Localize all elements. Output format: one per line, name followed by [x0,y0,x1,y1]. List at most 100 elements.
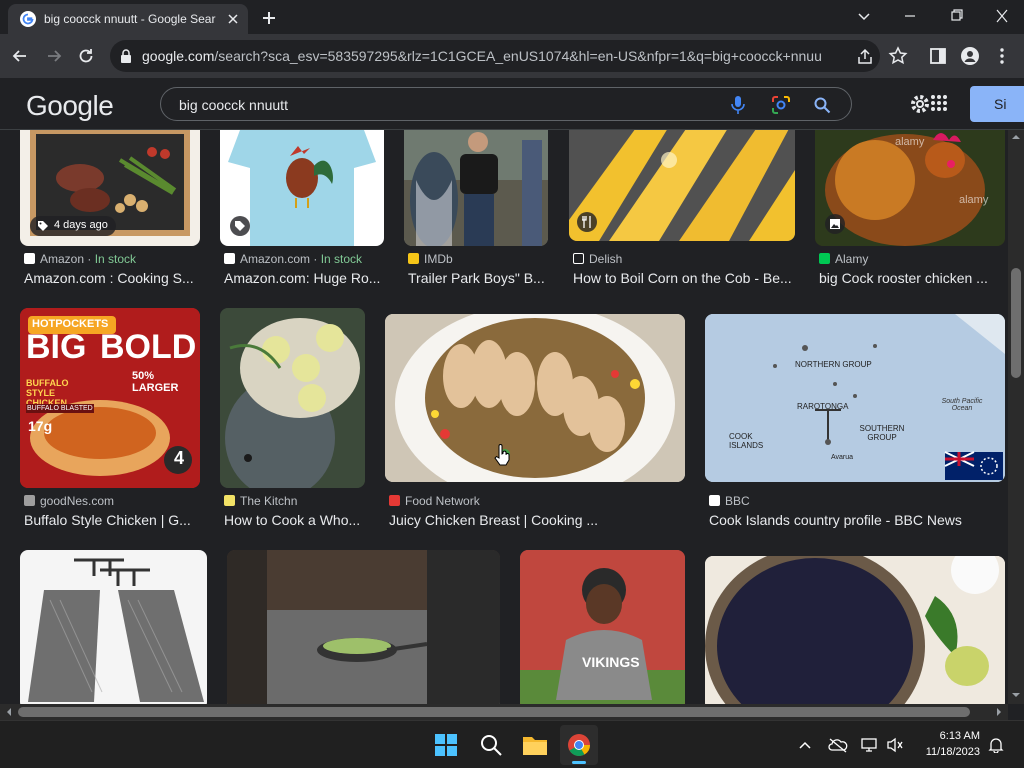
hand-cursor-icon [494,444,510,466]
close-tab-icon[interactable] [226,12,240,26]
result-title[interactable]: big Cock rooster chicken ... [819,270,1005,286]
vertical-scrollbar[interactable] [1008,130,1024,704]
result-title[interactable]: Buffalo Style Chicken | G... [24,512,200,528]
bookmark-star-icon[interactable] [888,46,908,66]
imdb-icon [408,253,419,264]
delish-icon [573,253,584,264]
profile-icon[interactable] [960,46,980,66]
share-icon[interactable] [856,48,874,66]
back-icon[interactable] [10,46,30,66]
minimize-icon[interactable] [898,6,922,26]
result-card[interactable]: VIKINGS [520,550,685,704]
image-badge [825,214,845,234]
result-card[interactable]: Amazon.com · In stock Amazon.com: Huge R… [220,130,384,290]
new-tab-icon[interactable] [260,9,278,27]
result-thumbnail[interactable] [569,130,795,241]
result-thumbnail[interactable] [385,314,685,482]
result-thumbnail[interactable]: HOTPOCKETS BIG BOLD 50% LARGER BUFFALO S… [20,308,200,488]
search-box[interactable] [160,87,852,121]
side-panel-icon[interactable] [928,46,948,66]
search-input[interactable] [179,95,699,115]
result-title[interactable]: How to Boil Corn on the Cob - Be... [573,270,795,286]
scroll-up-icon[interactable] [1011,132,1021,142]
sign-in-button[interactable]: Si [970,86,1024,122]
result-thumbnail[interactable] [227,550,500,704]
package-text: 50% LARGER [132,370,179,394]
result-thumbnail[interactable] [220,130,384,246]
result-thumbnail[interactable]: 4 days ago [20,130,200,246]
result-thumbnail[interactable]: alamy alamy [815,130,1005,246]
result-title[interactable]: Amazon.com : Cooking S... [24,270,200,286]
chrome-taskbar-button[interactable] [560,725,598,765]
network-icon[interactable] [860,737,878,753]
search-icon[interactable] [813,96,831,114]
result-card[interactable]: HOTPOCKETS BIG BOLD 50% LARGER BUFFALO S… [20,308,200,528]
result-title[interactable]: Trailer Park Boys" B... [408,270,548,286]
clock-time[interactable]: 6:13 AM [910,730,980,742]
onedrive-icon[interactable] [828,737,848,753]
result-thumbnail[interactable] [705,556,1005,704]
tray-chevron-icon[interactable] [798,739,812,751]
result-card[interactable]: The Kitchn How to Cook a Who... [220,308,365,528]
map-label: South Pacific Ocean [941,398,983,412]
file-explorer-icon[interactable] [522,733,548,757]
lock-icon[interactable] [120,49,132,63]
result-card[interactable] [227,550,500,704]
scroll-thumb[interactable] [18,707,970,717]
windows-start-icon[interactable] [434,733,458,757]
scroll-right-icon[interactable] [994,707,1004,717]
shirt-text: VIKINGS [582,654,640,670]
restore-icon[interactable] [944,6,968,26]
voice-search-icon[interactable] [729,95,747,115]
result-card[interactable]: 4 days ago Amazon · In stock Amazon.com … [20,130,200,290]
map-label: SOUTHERN GROUP [859,424,905,442]
result-card[interactable]: Food Network Juicy Chicken Breast | Cook… [385,308,685,528]
result-title[interactable]: Cook Islands country profile - BBC News [709,512,1005,528]
address-bar[interactable]: google.com/search?sca_esv=583597295&rlz=… [110,40,880,72]
result-title[interactable]: Juicy Chicken Breast | Cooking ... [389,512,685,528]
result-title[interactable]: How to Cook a Who... [224,512,365,528]
image-icon [830,219,840,229]
result-thumbnail[interactable]: NORTHERN GROUP RAROTONGA SOUTHERN GROUP … [705,314,1005,482]
result-card[interactable] [20,550,207,704]
result-card[interactable]: NORTHERN GROUP RAROTONGA SOUTHERN GROUP … [705,308,1005,528]
notification-bell-icon[interactable] [988,737,1004,753]
result-thumbnail[interactable]: VIKINGS [520,550,685,704]
result-thumbnail[interactable] [20,550,207,704]
browser-tab[interactable]: big coocck nnuutt - Google Sear [8,4,248,34]
close-window-icon[interactable] [990,6,1014,26]
volume-muted-icon[interactable] [886,737,904,753]
google-g-icon [20,11,36,27]
map-label: NORTHERN GROUP [795,360,872,369]
lens-icon[interactable] [771,95,791,115]
google-logo[interactable]: Google [26,90,114,122]
chrome-menu-icon[interactable] [992,46,1012,66]
result-title[interactable]: Amazon.com: Huge Ro... [224,270,384,286]
image-results-grid: 4 days ago Amazon · In stock Amazon.com … [0,130,1008,704]
apps-grid-icon[interactable] [930,94,948,112]
result-card[interactable]: IMDb Trailer Park Boys" B... [404,130,548,290]
scroll-thumb[interactable] [1011,268,1021,378]
scroll-left-icon[interactable] [4,707,14,717]
tag-badge [230,216,250,236]
result-thumbnail[interactable] [404,130,548,246]
result-thumbnail[interactable] [220,308,365,488]
tab-search-icon[interactable] [852,6,876,26]
scroll-down-icon[interactable] [1011,690,1021,700]
result-source: IMDb [408,252,453,266]
result-card[interactable] [705,550,1005,704]
result-source: Food Network [389,494,480,508]
map-label: RAROTONGA [797,402,849,411]
result-card[interactable]: Delish How to Boil Corn on the Cob - Be.… [569,130,795,290]
amazon-icon [24,253,35,264]
horizontal-scrollbar[interactable] [0,704,1008,720]
result-card[interactable]: alamy alamy Alamy big Cock rooster chick… [815,130,1005,290]
forward-icon[interactable] [44,46,64,66]
package-text: BUFFALO BLASTED [26,404,94,413]
taskbar-search-icon[interactable] [479,733,503,757]
settings-gear-icon[interactable] [908,92,932,116]
package-text: BOLD [100,328,197,366]
reload-icon[interactable] [76,46,96,66]
clock-date[interactable]: 11/18/2023 [910,746,980,758]
url-text: google.com/search?sca_esv=583597295&rlz=… [142,48,822,64]
